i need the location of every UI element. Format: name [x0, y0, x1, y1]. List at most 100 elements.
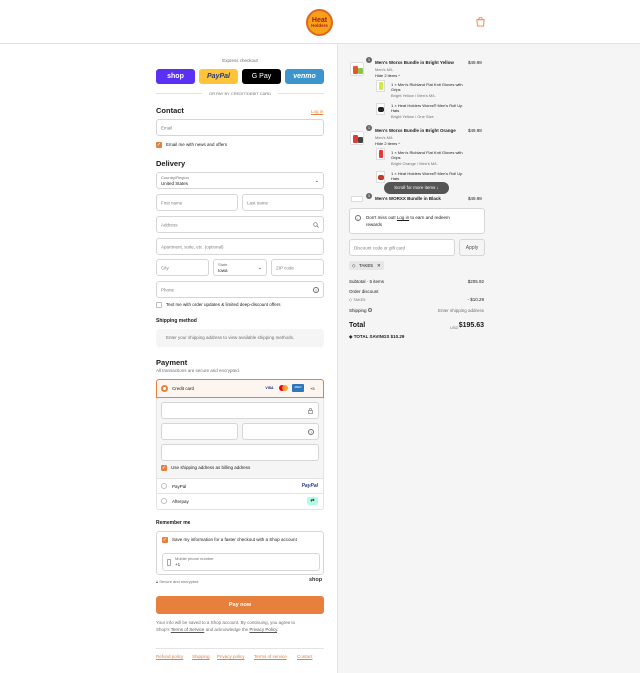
- hide-items-toggle[interactable]: Hide 2 items ^: [375, 141, 400, 146]
- paypal-logo: PayPal: [301, 483, 318, 489]
- item-price: $49.98: [468, 196, 482, 201]
- discount-code-field[interactable]: Discount code or gift card: [349, 239, 455, 256]
- city-field[interactable]: City: [156, 259, 209, 276]
- last-name-field[interactable]: Last name: [242, 194, 324, 211]
- venmo-button[interactable]: venmo: [285, 69, 324, 84]
- afterpay-logo: ⇄: [307, 497, 318, 505]
- payment-heading: Payment: [156, 358, 188, 367]
- pay-by-card-divider-text: OR PAY BY CREDIT/DEBIT CARD: [202, 91, 278, 96]
- google-pay-button[interactable]: G Pay: [242, 69, 281, 84]
- name-on-card-field[interactable]: [161, 444, 319, 461]
- address-field[interactable]: Address: [156, 216, 324, 233]
- footer-divider: [156, 648, 324, 649]
- zip-field[interactable]: ZIP code: [271, 259, 324, 276]
- shipping-method-placeholder: Enter your shipping address to view avai…: [156, 329, 324, 347]
- email-field[interactable]: Email: [156, 119, 324, 136]
- sub-item-thumbnail: [376, 80, 385, 92]
- paypal-radio[interactable]: [161, 483, 167, 489]
- afterpay-radio[interactable]: [161, 498, 167, 504]
- expiration-field[interactable]: [161, 423, 238, 440]
- legal-text: Your info will be saved to a Shop accoun…: [156, 620, 296, 632]
- discount-value: - $10.29: [467, 297, 484, 302]
- terms-of-service-link[interactable]: Terms of service: [254, 654, 287, 659]
- help-icon[interactable]: [367, 308, 372, 312]
- tag-icon: ◇: [352, 263, 356, 268]
- shop-logo: shop: [309, 577, 323, 583]
- mobile-phone-field[interactable]: Mobile phone number +1: [162, 553, 320, 571]
- header: Heat Holders: [0, 0, 640, 44]
- quantity-badge: 1: [366, 125, 372, 131]
- sub-item-name: 1 × Heat Holders Worxs® Men's Roll Up Ha…: [391, 103, 463, 113]
- rewards-banner: i Don't miss out! Log in to earn and red…: [349, 208, 485, 234]
- item-name: Men's Worxs Bundle in Bright Yellow: [375, 60, 454, 65]
- shopping-bag-icon[interactable]: [476, 17, 485, 27]
- chevron-up-icon: ^: [398, 73, 401, 78]
- item-variant: Men's M/L: [375, 67, 394, 72]
- country-select[interactable]: Country/Region United States ⌄: [156, 172, 324, 189]
- card-number-field[interactable]: [161, 402, 319, 419]
- discount-tag: ◇ TAKE5 ✕: [349, 261, 384, 270]
- refund-policy-link[interactable]: Refund policy: [156, 654, 183, 659]
- apply-button[interactable]: Apply: [459, 239, 485, 256]
- rewards-login-link[interactable]: Log in: [397, 215, 409, 220]
- help-icon[interactable]: ?: [308, 429, 314, 435]
- delivery-heading: Delivery: [156, 159, 186, 168]
- contact-heading: Contact: [156, 106, 184, 115]
- item-price: $49.98: [468, 60, 482, 65]
- sub-item-variant: Bright Yellow / Men's M/L: [391, 93, 436, 98]
- arrow-down-icon: ↓: [436, 185, 439, 190]
- contact-link[interactable]: Contact: [297, 654, 313, 659]
- remember-me-box: ✓ Save my information for a faster check…: [156, 531, 324, 575]
- sub-item-thumbnail: [376, 103, 385, 115]
- security-code-field[interactable]: ?: [242, 423, 319, 440]
- login-link[interactable]: Log in: [311, 109, 323, 114]
- shipping-link[interactable]: Shipping: [192, 654, 210, 659]
- shop-pay-button[interactable]: shop: [156, 69, 195, 84]
- paypal-option[interactable]: PayPal PayPal: [156, 478, 324, 494]
- secure-encrypted-note: 🔒︎ Secure and encrypted: [156, 579, 199, 584]
- subtotal-value: $205.92: [467, 279, 484, 284]
- mastercard-icon: [278, 385, 289, 392]
- phone-field[interactable]: Phone ?: [156, 281, 324, 298]
- news-label: Email me with news and offers: [166, 142, 227, 147]
- sms-label: Text me with order updates & limited dee…: [166, 302, 281, 307]
- billing-address-checkbox[interactable]: ✓: [161, 465, 167, 471]
- order-discount-label: Order discount: [349, 289, 379, 294]
- express-checkout-title: Express checkout: [222, 58, 258, 63]
- news-checkbox[interactable]: ✓: [156, 142, 162, 148]
- privacy-policy-link[interactable]: Privacy policy: [217, 654, 245, 659]
- sub-item-thumbnail: [376, 148, 385, 160]
- first-name-field[interactable]: First name: [156, 194, 238, 211]
- credit-card-option[interactable]: Credit card VISA AMEX +5: [156, 379, 324, 398]
- credit-card-radio[interactable]: [161, 385, 168, 392]
- remember-me-heading: Remember me: [156, 520, 191, 526]
- billing-address-label: Use shipping address as billing address: [171, 465, 251, 470]
- remove-tag-icon[interactable]: ✕: [377, 261, 381, 270]
- total-savings: ◈ TOTAL SAVINGS $10.29: [349, 334, 405, 339]
- item-name: Men's WORXX Bundle in Black: [375, 196, 441, 201]
- chevron-down-icon: ⌄: [257, 265, 262, 271]
- help-icon[interactable]: ?: [313, 287, 319, 293]
- privacy-link[interactable]: Privacy Policy: [249, 627, 277, 632]
- pay-now-button[interactable]: Pay now: [156, 596, 324, 614]
- save-info-checkbox[interactable]: ✓: [162, 537, 168, 543]
- state-select[interactable]: State Iowa ⌄: [213, 259, 267, 276]
- sub-item-variant: Bright Yellow / One Size: [391, 114, 434, 119]
- terms-link[interactable]: Terms of Service: [171, 627, 205, 632]
- hide-items-toggle[interactable]: Hide 2 items ^: [375, 73, 400, 78]
- paypal-button[interactable]: PayPal: [199, 69, 238, 84]
- shipping-value: Enter shipping address: [437, 308, 484, 313]
- item-price: $49.98: [468, 128, 482, 133]
- heat-holders-logo[interactable]: Heat Holders: [306, 9, 333, 36]
- tag-icon: ◇: [349, 297, 353, 302]
- search-icon: [313, 222, 319, 228]
- sms-checkbox[interactable]: [156, 302, 162, 308]
- currency-code: USD: [450, 325, 459, 330]
- afterpay-option[interactable]: Afterpay ⇄: [156, 494, 324, 510]
- apartment-field[interactable]: Apartment, suite, etc. (optional): [156, 238, 324, 255]
- item-name: Men's Worxs Bundle in Bright Orange: [375, 128, 456, 133]
- shipping-label: Shipping: [349, 308, 372, 313]
- scroll-for-more-button[interactable]: Scroll for more items ↓: [384, 182, 449, 194]
- save-info-label: Save my information for a faster checkou…: [172, 537, 297, 542]
- mobile-icon: [167, 559, 171, 566]
